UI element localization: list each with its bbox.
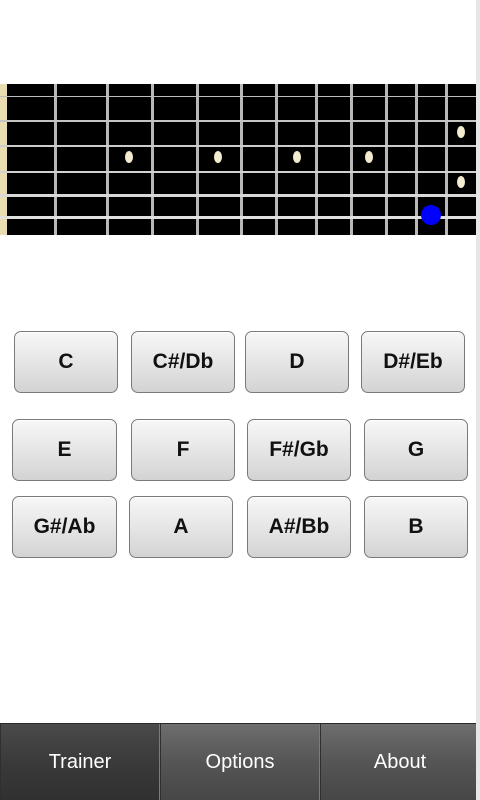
inlay	[125, 151, 133, 163]
fret	[151, 84, 154, 235]
note-button-a[interactable]: A	[129, 496, 233, 558]
note-button-g-sharp-a-flat[interactable]: G#/Ab	[12, 496, 117, 558]
inlay	[214, 151, 222, 163]
tab-options[interactable]: Options	[160, 724, 320, 800]
screen: C C#/Db D D#/Eb E F F#/Gb G G#/Ab A A#/B…	[0, 0, 480, 800]
inlay	[293, 151, 301, 163]
fret	[350, 84, 353, 235]
tab-about[interactable]: About	[320, 724, 480, 800]
note-button-f-sharp-g-flat[interactable]: F#/Gb	[247, 419, 351, 481]
note-button-d[interactable]: D	[245, 331, 349, 393]
fretboard	[0, 84, 476, 235]
note-button-c-sharp-d-flat[interactable]: C#/Db	[131, 331, 235, 393]
fret	[275, 84, 278, 235]
string	[0, 120, 476, 122]
fretboard-background	[0, 84, 476, 235]
fret	[415, 84, 418, 235]
fret	[54, 84, 57, 235]
fret	[315, 84, 318, 235]
fret	[240, 84, 243, 235]
string	[0, 216, 476, 219]
fret	[196, 84, 199, 235]
screen-edge	[476, 0, 480, 800]
inlay	[457, 126, 465, 138]
inlay	[457, 176, 465, 188]
string	[0, 194, 476, 197]
note-button-a-sharp-b-flat[interactable]: A#/Bb	[247, 496, 351, 558]
nut	[0, 84, 7, 235]
note-button-b[interactable]: B	[364, 496, 468, 558]
bottom-tab-bar: Trainer Options About	[0, 723, 480, 800]
fret	[445, 84, 448, 235]
note-button-d-sharp-e-flat[interactable]: D#/Eb	[361, 331, 465, 393]
note-button-e[interactable]: E	[12, 419, 117, 481]
string	[0, 96, 476, 97]
inlay	[365, 151, 373, 163]
note-position-marker	[421, 205, 441, 225]
note-button-g[interactable]: G	[364, 419, 468, 481]
string	[0, 145, 476, 147]
note-button-c[interactable]: C	[14, 331, 118, 393]
tab-trainer[interactable]: Trainer	[0, 724, 160, 800]
fret	[106, 84, 109, 235]
string	[0, 171, 476, 173]
note-button-f[interactable]: F	[131, 419, 235, 481]
fret	[385, 84, 388, 235]
